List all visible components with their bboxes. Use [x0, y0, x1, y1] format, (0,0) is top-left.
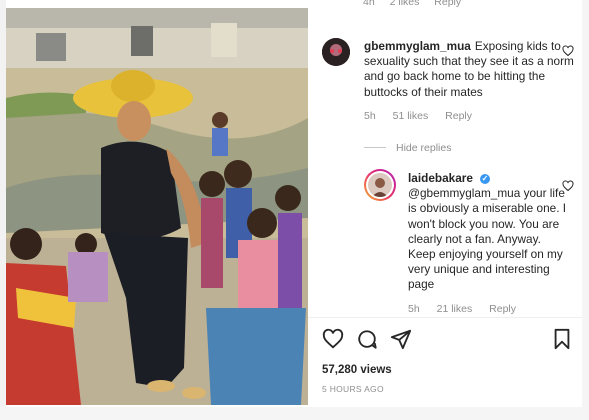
reply-comment: laidebakare ✓ @gbemmyglam_mua your life i… [408, 171, 568, 315]
avatar[interactable] [322, 38, 350, 66]
comment-time: 5h [364, 109, 376, 122]
reply-link[interactable]: Reply [434, 0, 461, 8]
divider [308, 317, 582, 318]
send-icon[interactable] [390, 328, 412, 350]
reply-username[interactable]: laidebakare [408, 171, 473, 185]
post-timestamp: 5 HOURS AGO [322, 384, 384, 394]
reply-text: your life is obviously a miserable one. … [408, 186, 567, 292]
reply-link[interactable]: Reply [489, 303, 516, 315]
reply-time: 5h [408, 302, 420, 315]
post-photo-illustration [6, 8, 308, 405]
avatar-image [322, 38, 350, 66]
comment-time: 4h [363, 0, 375, 8]
verified-badge-icon: ✓ [479, 174, 490, 184]
comment-likes[interactable]: 2 likes [390, 0, 420, 8]
reply-likes[interactable]: 21 likes [437, 303, 473, 315]
hide-replies-line [364, 147, 386, 148]
post-actions [322, 328, 572, 352]
like-reply-heart-icon[interactable] [562, 180, 574, 192]
post-photo[interactable] [6, 8, 308, 405]
comment-likes[interactable]: 51 likes [393, 110, 429, 122]
reply-meta: 5h 21 likes Reply [408, 303, 568, 315]
right-frame [582, 0, 589, 420]
like-comment-heart-icon[interactable] [562, 45, 574, 57]
avatar-ring-inner [366, 171, 394, 199]
hide-replies-button[interactable]: Hide replies [364, 142, 451, 154]
comment-icon[interactable] [356, 328, 378, 350]
bottom-frame [0, 407, 589, 420]
avatar-image [368, 173, 392, 197]
reply-link[interactable]: Reply [445, 110, 472, 122]
previous-comment-meta: 4h 2 likes Reply [363, 0, 473, 8]
heart-icon[interactable] [322, 328, 344, 350]
comment-meta: 5h 51 likes Reply [364, 110, 574, 122]
comment-body: gbemmyglam_mua Exposing kids to sexuality… [364, 39, 574, 100]
comment-username[interactable]: gbemmyglam_mua [364, 39, 471, 53]
bookmark-icon[interactable] [552, 328, 572, 350]
comments-panel: 4h 2 likes Reply gbemmyglam_mua Exposing … [308, 0, 582, 407]
reply-mention[interactable]: @gbemmyglam_mua [408, 186, 520, 200]
comment: gbemmyglam_mua Exposing kids to sexuality… [364, 39, 574, 122]
reply-body: laidebakare ✓ @gbemmyglam_mua your life i… [408, 171, 568, 293]
story-ring[interactable] [364, 169, 396, 201]
hide-replies-label: Hide replies [396, 142, 452, 154]
views-count[interactable]: 57,280 views [322, 364, 392, 376]
